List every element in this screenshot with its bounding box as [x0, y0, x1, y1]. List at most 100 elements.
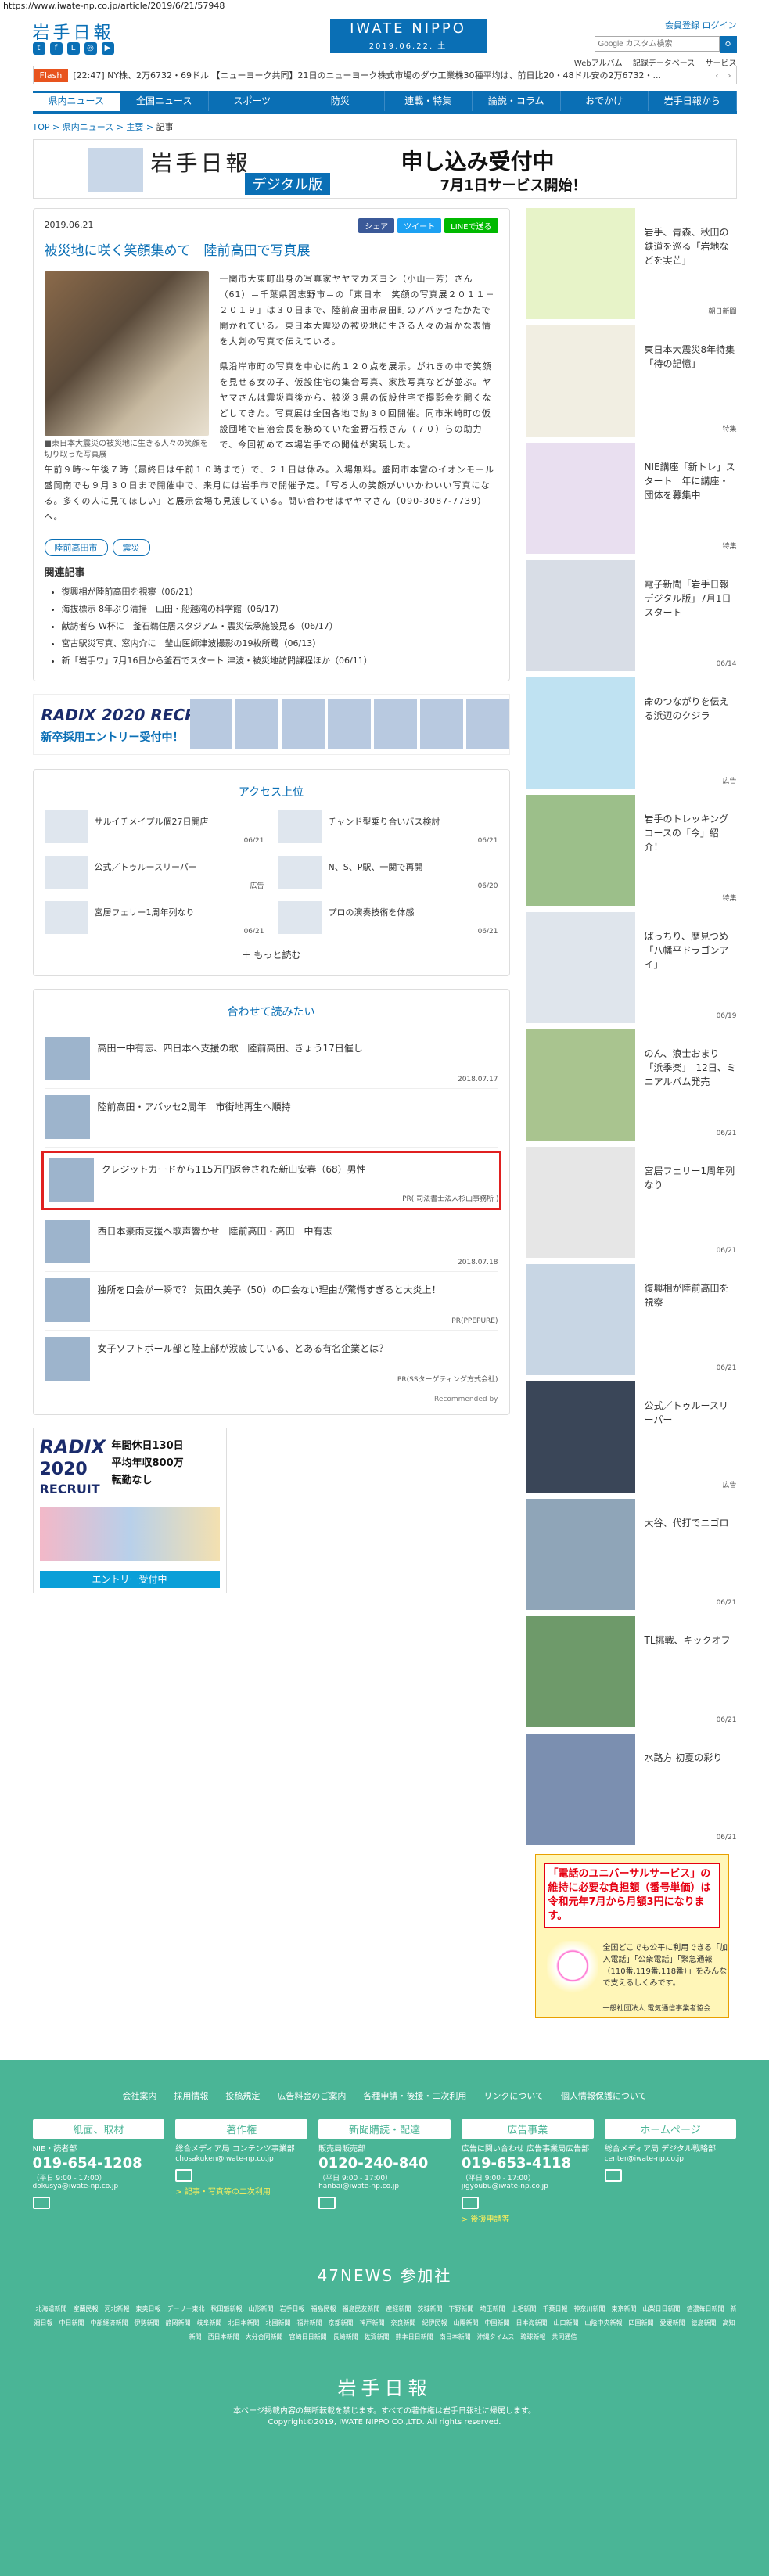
news47-paper-link[interactable]: 奈良新聞 [391, 2319, 416, 2326]
line-icon[interactable]: L [66, 42, 80, 55]
news47-paper-link[interactable]: 山形新聞 [249, 2305, 274, 2312]
mail-icon[interactable] [318, 2197, 336, 2209]
news47-paper-link[interactable]: 山口新聞 [554, 2319, 579, 2326]
youtube-icon[interactable]: ▶ [101, 42, 114, 55]
contact-extra-link[interactable]: > 後援申請等 [462, 2212, 594, 2224]
news47-paper-link[interactable]: 大分合同新聞 [246, 2333, 283, 2341]
contact-mail[interactable]: center@iwate-np.co.jp [605, 2155, 737, 2163]
line-share-button[interactable]: LINEで送る [444, 218, 498, 233]
tag-rikuzentakata[interactable]: 陸前高田市 [44, 539, 108, 556]
news47-paper-link[interactable]: 熊本日日新聞 [396, 2333, 433, 2341]
news47-paper-link[interactable]: 神奈川新聞 [574, 2305, 605, 2312]
news47-paper-link[interactable]: 秋田魁新報 [211, 2305, 243, 2312]
access-item[interactable]: 宮居フェリー1周年列なり 06/21 [44, 901, 264, 936]
news47-paper-link[interactable]: 沖縄タイムス [477, 2333, 515, 2341]
related-item[interactable]: 宮古駅災写真、窓内介に 釜山医師津波撮影の19枚所蔵（06/13） [62, 635, 498, 652]
access-item[interactable]: 公式／トゥルースリーパー 広告 [44, 856, 264, 890]
news47-paper-link[interactable]: 東奥日報 [136, 2305, 161, 2312]
news47-paper-link[interactable]: 産経新聞 [386, 2305, 411, 2312]
sidebar-item[interactable]: TL挑戦、キックオフ 06/21 [525, 1616, 737, 1727]
nav-sports[interactable]: スポーツ [209, 91, 296, 111]
news47-paper-link[interactable]: 宮崎日日新聞 [289, 2333, 327, 2341]
news47-paper-link[interactable]: 中日新聞 [59, 2319, 84, 2326]
footer-link[interactable]: 採用情報 [174, 2089, 208, 2102]
breadcrumb-main[interactable]: 主要 [126, 122, 143, 132]
news47-paper-link[interactable]: 佐賀新聞 [365, 2333, 390, 2341]
search-input[interactable] [594, 36, 720, 52]
news47-paper-link[interactable]: 紀伊民報 [422, 2319, 447, 2326]
news47-paper-link[interactable]: 山陰中央新報 [585, 2319, 623, 2326]
nav-disaster[interactable]: 防災 [296, 91, 385, 111]
access-item[interactable]: プロの演奏技術を体感 06/21 [278, 901, 498, 936]
header-link-album[interactable]: Webアルバム [574, 59, 623, 68]
related-item[interactable]: 献訪者ら W杯に 釜石鵜住居スタジアム・震災伝承施設見る（06/17） [62, 618, 498, 635]
recommend-item[interactable]: 独所を口会が一瞬で？ 気田久美子（50）の口会ない理由が驚愕すぎると大炎上！ P… [44, 1272, 498, 1331]
news47-paper-link[interactable]: 愛媛新聞 [660, 2319, 685, 2326]
sidebar-item[interactable]: 公式／トゥルースリーパー 広告 [525, 1381, 737, 1493]
twitter-share-button[interactable]: ツイート [397, 218, 442, 233]
news47-paper-link[interactable]: 岐阜新聞 [197, 2319, 222, 2326]
contact-mail[interactable]: jigyoubu@iwate-np.co.jp [462, 2183, 594, 2190]
contact-tel[interactable]: 019-654-1208 [33, 2155, 165, 2172]
sidebar-item[interactable]: 岩手、青森、秋田の鉄道を巡る「岩地などを実芒」 朝日新聞 [525, 208, 737, 319]
nav-editorial[interactable]: 論説・コラム [473, 91, 561, 111]
mail-icon[interactable] [32, 2197, 50, 2209]
breadcrumb-top[interactable]: TOP [33, 122, 50, 132]
news47-paper-link[interactable]: 琉球新報 [520, 2333, 545, 2341]
contact-mail[interactable]: dokusya@iwate-np.co.jp [33, 2183, 165, 2190]
chevron-right-icon[interactable]: › [724, 70, 736, 81]
news47-paper-link[interactable]: 北國新聞 [266, 2319, 291, 2326]
digital-edition-banner[interactable]: 岩手日報 デジタル版 申し込み受付中 7月1日サービス開始！ [32, 139, 737, 199]
news47-paper-link[interactable]: 神戸新聞 [360, 2319, 385, 2326]
footer-logo[interactable]: 岩手日報 [0, 2373, 769, 2400]
recruit-ad-square[interactable]: RADIX 2020 RECRUIT 年間休日130日 平均年収800万 転勤な… [32, 1428, 227, 1593]
news47-paper-link[interactable]: 山梨日日新聞 [643, 2305, 681, 2312]
news47-paper-link[interactable]: 下野新聞 [449, 2305, 474, 2312]
sidebar-item[interactable]: 大谷、代打でニゴロ 06/21 [525, 1499, 737, 1610]
access-item[interactable]: チャンド型乗り合いバス検討 06/21 [278, 810, 498, 845]
access-item[interactable]: N、S、P駅、一関で再開 06/20 [278, 856, 498, 890]
recommend-item[interactable]: 西日本豪雨支援へ歌声響かせ 陸前高田・高田一中有志 2018.07.18 [44, 1213, 498, 1272]
sidebar-item[interactable]: のん、浪士おまり「浜季楽」 12日、ミニアルバム発売 06/21 [525, 1029, 737, 1141]
news47-paper-link[interactable]: 西日本新聞 [208, 2333, 239, 2341]
news47-paper-link[interactable]: 中部経済新聞 [91, 2319, 128, 2326]
nav-prefecture-news[interactable]: 県内ニュース [32, 91, 120, 111]
recommend-item[interactable]: 陸前高田・アバッセ2周年 市街地再生へ順持 [44, 1089, 498, 1148]
contact-tel[interactable]: 0120-240-840 [318, 2155, 451, 2172]
footer-link[interactable]: 広告料金のご案内 [277, 2089, 346, 2102]
sidebar-item[interactable]: 宮居フェリー1周年列なり 06/21 [525, 1147, 737, 1258]
breadcrumb-prefecture[interactable]: 県内ニュース [63, 122, 113, 132]
chevron-left-icon[interactable]: ‹ [711, 70, 724, 81]
sidebar-item[interactable]: 岩手のトレッキングコースの「今」紹介！ 特集 [525, 795, 737, 906]
footer-link[interactable]: 個人情報保護について [561, 2089, 647, 2102]
contact-tel[interactable]: 019-653-4118 [462, 2155, 594, 2172]
facebook-icon[interactable]: f [49, 42, 63, 55]
article-image[interactable] [44, 271, 209, 436]
ad-sq-entry-button[interactable]: エントリー受付中 [39, 1571, 220, 1588]
news47-paper-link[interactable]: 室蘭民報 [74, 2305, 99, 2312]
mail-icon[interactable] [175, 2169, 193, 2182]
news47-paper-link[interactable]: 四国新聞 [629, 2319, 654, 2326]
recommended-by[interactable]: Recommended by [45, 1396, 498, 1403]
footer-link[interactable]: 会社案内 [122, 2089, 156, 2102]
contact-mail[interactable]: hanbai@iwate-np.co.jp [318, 2183, 451, 2190]
header-link-service[interactable]: サービス [706, 59, 737, 68]
sidebar-item[interactable]: ぱっちり、歴見つめ 「八幡平ドラゴンアイ」 06/19 [525, 912, 738, 1023]
nav-national-news[interactable]: 全国ニュース [120, 91, 209, 111]
news47-paper-link[interactable]: 上毛新聞 [512, 2305, 537, 2312]
news47-paper-link[interactable]: 埼玉新聞 [480, 2305, 505, 2312]
nav-series[interactable]: 連載・特集 [385, 91, 473, 111]
recruit-ad-banner[interactable]: RADIX 2020 RECRUIT 新卒採用エントリー受付中！ [32, 694, 510, 755]
news47-paper-link[interactable]: 東京新聞 [612, 2305, 637, 2312]
contact-extra-link[interactable]: > 記事・写真等の二次利用 [175, 2185, 307, 2197]
mail-icon[interactable] [461, 2197, 479, 2209]
news47-paper-link[interactable]: 徳島新聞 [692, 2319, 717, 2326]
related-item[interactable]: 復興相が陸前高田を視察（06/21） [62, 584, 498, 601]
news47-paper-link[interactable]: 中国新聞 [485, 2319, 510, 2326]
recommend-item[interactable]: 女子ソフトボール部と陸上部が涙疲している、とある有名企業とは？ PR(SSターゲ… [44, 1331, 498, 1389]
news47-paper-link[interactable]: 北日本新聞 [228, 2319, 260, 2326]
read-more-button[interactable]: ＋ もっと読む [45, 948, 498, 961]
header-link-database[interactable]: 記録データベース [633, 59, 695, 68]
sidebar-item[interactable]: 命のつながりを伝える浜辺のクジラ 広告 [525, 677, 737, 789]
nav-outing[interactable]: おでかけ [561, 91, 649, 111]
